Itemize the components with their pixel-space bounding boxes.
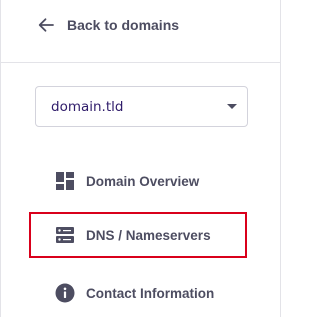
server-icon [55,225,75,245]
divider [1,62,280,63]
back-to-domains-link[interactable]: Back to domains [2,0,280,50]
info-circle-icon [55,283,75,303]
caret-down-icon [227,104,237,109]
menu-item-label: Contact Information [86,285,215,301]
menu-item-contact-information[interactable]: Contact Information [29,270,247,316]
domain-sidebar: Back to domains domain.tld Domain Overvi… [0,0,281,317]
menu-item-dns-nameservers[interactable]: DNS / Nameservers [29,212,247,258]
menu-item-label: DNS / Nameservers [86,227,211,243]
arrow-left-icon [37,16,55,34]
domain-select[interactable]: domain.tld [35,86,248,127]
dashboard-grid-icon [55,171,75,191]
menu-item-domain-overview[interactable]: Domain Overview [29,158,247,204]
domain-select-value: domain.tld [51,98,124,115]
menu-item-label: Domain Overview [86,173,200,189]
back-link-label: Back to domains [67,17,180,33]
